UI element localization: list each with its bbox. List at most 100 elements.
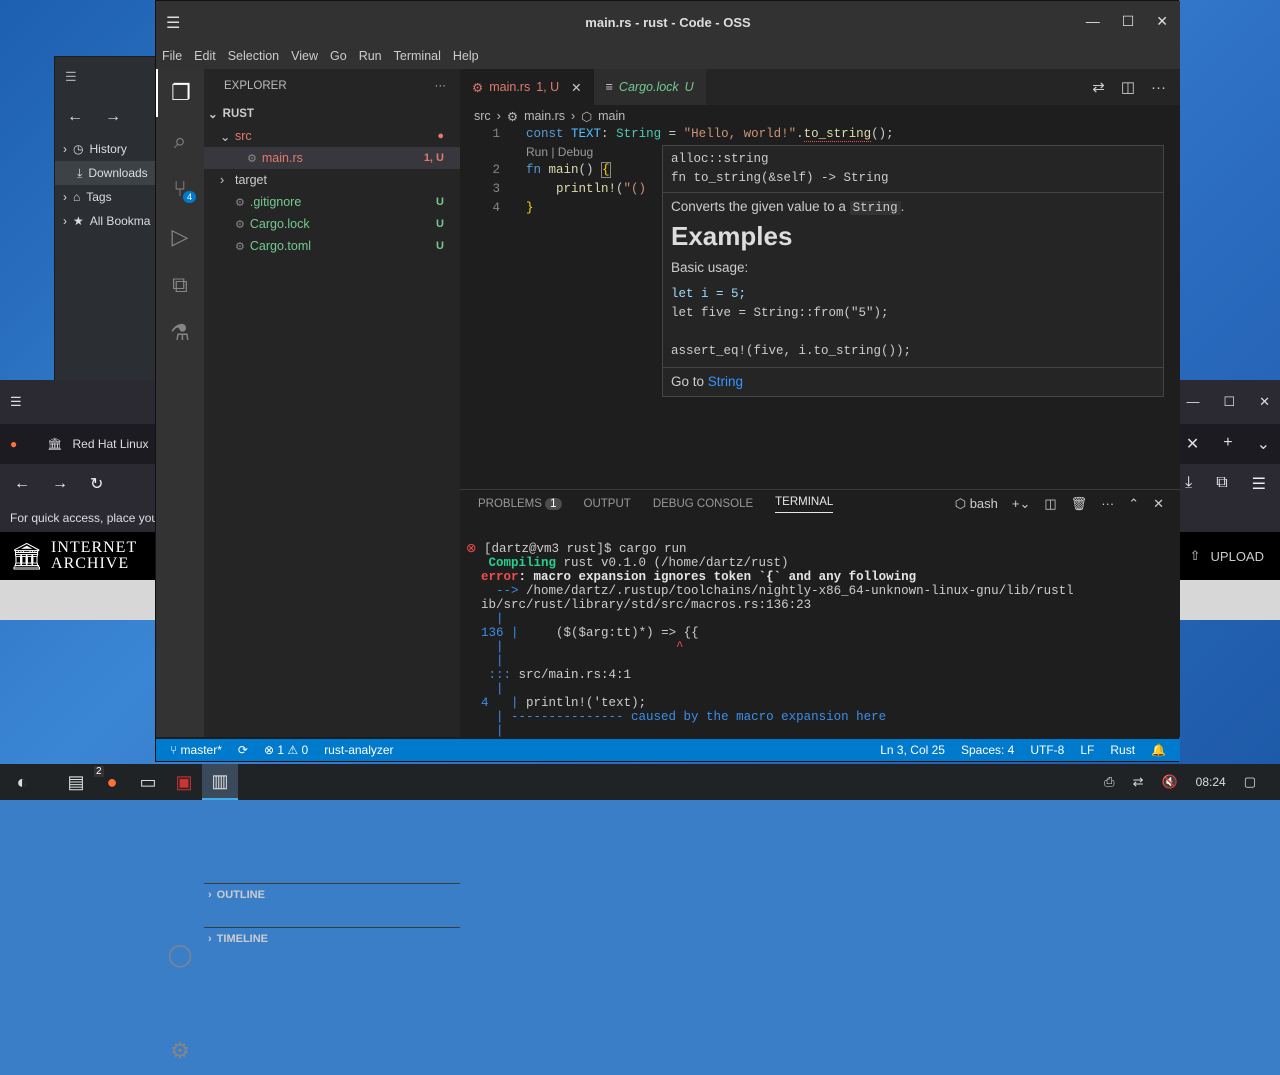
terminal-shell-selector[interactable]: ⬡ bash	[955, 496, 998, 512]
close-icon[interactable]: ✕	[1259, 394, 1270, 410]
menu-run[interactable]: Run	[359, 49, 382, 63]
tab-output[interactable]: OUTPUT	[584, 498, 631, 510]
trash-icon[interactable]: 🗑	[1071, 496, 1088, 512]
app-menu-icon[interactable]: ☰	[166, 13, 180, 33]
download-icon[interactable]: ⤓	[1185, 474, 1192, 494]
menu-edit[interactable]: Edit	[194, 49, 216, 63]
indentation[interactable]: Spaces: 4	[953, 743, 1022, 757]
chevron-down-icon[interactable]: ⌄	[1257, 434, 1270, 454]
tree-item[interactable]: ⚙ .gitignore U	[204, 191, 460, 213]
explorer-icon[interactable]: ❐	[156, 69, 204, 117]
code-line-2[interactable]: fn main() {	[526, 162, 611, 178]
settings-gear-icon[interactable]: ⚙	[156, 1027, 204, 1075]
firefox-icon[interactable]: ● 2	[94, 764, 130, 800]
breadcrumb-main-fn[interactable]: main	[598, 109, 625, 123]
tree-item[interactable]: › target	[204, 169, 460, 191]
code-line-4[interactable]: }	[526, 201, 534, 215]
split-terminal-icon[interactable]: ◫	[1044, 496, 1056, 512]
code-line-3[interactable]: println!("()	[526, 182, 646, 196]
extensions-icon[interactable]: ⧉	[1216, 474, 1227, 494]
tree-item[interactable]: ⚙ Cargo.lock U	[204, 213, 460, 235]
close-tab-icon[interactable]: ✕	[571, 80, 581, 95]
menu-file[interactable]: File	[162, 49, 182, 63]
tab-cargo-lock[interactable]: ≡ Cargo.lock U	[593, 69, 706, 105]
browser-tab[interactable]: Red Hat Linux	[72, 437, 148, 451]
menu-view[interactable]: View	[291, 49, 318, 63]
tab-terminal[interactable]: TERMINAL	[775, 496, 834, 513]
hamburger-icon[interactable]: ☰	[10, 394, 22, 410]
close-button[interactable]: ✕	[1156, 13, 1168, 30]
tab-problems[interactable]: PROBLEMS 1	[478, 498, 562, 510]
volume-muted-icon[interactable]: 🔇	[1161, 774, 1177, 790]
forward-icon[interactable]: →	[52, 475, 68, 493]
fm-item-tags[interactable]: › ⌂ Tags	[55, 185, 163, 209]
account-icon[interactable]: ◯	[156, 931, 204, 979]
fm-item-bookmarks[interactable]: › ★ All Bookma	[55, 209, 163, 233]
hamburger-icon[interactable]: ☰	[55, 57, 163, 97]
extensions-icon[interactable]: ⧉	[156, 261, 204, 309]
run-debug-icon[interactable]: ▷	[156, 213, 204, 261]
printer-icon[interactable]: ⎙	[1104, 774, 1114, 790]
timeline-section[interactable]: › TIMELINE	[204, 927, 460, 949]
network-icon[interactable]: ⇄	[1133, 774, 1144, 790]
fm-item-history[interactable]: › ◷ History	[55, 137, 163, 161]
cursor-position[interactable]: Ln 3, Col 25	[872, 743, 953, 757]
tab-main-rs[interactable]: ⚙ main.rs 1, U ✕	[460, 69, 594, 105]
line-ending[interactable]: LF	[1072, 743, 1102, 757]
split-editor-icon[interactable]: ◫	[1121, 78, 1135, 96]
source-control-icon[interactable]: ⑂ 4	[156, 165, 204, 213]
menu-selection[interactable]: Selection	[228, 49, 279, 63]
file-manager-icon[interactable]: ▤	[58, 764, 94, 800]
search-icon[interactable]: ⌕	[156, 117, 204, 165]
new-tab-icon[interactable]: +	[1223, 434, 1232, 454]
new-terminal-icon[interactable]: +⌄	[1012, 496, 1030, 512]
tree-item[interactable]: ⚙ main.rs 1, U	[204, 147, 460, 169]
git-branch[interactable]: ⑂ master*	[156, 743, 230, 757]
go-to-string-link[interactable]: String	[708, 374, 743, 389]
tab-close-icon[interactable]: ✕	[1186, 434, 1199, 454]
more-actions-icon[interactable]: ···	[435, 80, 447, 92]
vscode-taskbar-icon[interactable]: ▥	[202, 764, 238, 800]
maximize-panel-icon[interactable]: ⌃	[1128, 496, 1139, 512]
compare-changes-icon[interactable]: ⇄	[1092, 78, 1105, 96]
breadcrumb-main-rs[interactable]: main.rs	[524, 109, 565, 123]
show-desktop-icon[interactable]: ▢	[1244, 774, 1256, 790]
outline-section[interactable]: › OUTLINE	[204, 883, 460, 905]
fm-item-downloads[interactable]: ⤓ Downloads	[55, 161, 163, 185]
forward-icon[interactable]: →	[105, 108, 121, 126]
terminal-output[interactable]: ⊗ [dartz@vm3 rust]$ cargo run Compiling …	[460, 516, 1180, 738]
media-app-icon[interactable]: ▣	[166, 764, 202, 800]
app-launcher-icon[interactable]: ◐	[4, 764, 40, 800]
menu-icon[interactable]: ☰	[1252, 474, 1266, 494]
maximize-button[interactable]: ☐	[1122, 13, 1135, 30]
back-icon[interactable]: ←	[67, 108, 83, 126]
breadcrumb-src[interactable]: src	[474, 109, 491, 123]
code-line-1[interactable]: const TEXT: String = "Hello, world!".to_…	[526, 127, 894, 142]
language-server-status[interactable]: rust-analyzer	[316, 743, 401, 757]
tab-debug-console[interactable]: DEBUG CONSOLE	[653, 498, 753, 510]
more-actions-icon[interactable]: ···	[1101, 496, 1114, 512]
sync-icon[interactable]: ⟳	[230, 743, 256, 757]
tree-item[interactable]: ⚙ Cargo.toml U	[204, 235, 460, 257]
problems-status[interactable]: ⊗ 1 ⚠ 0	[256, 743, 316, 757]
menu-go[interactable]: Go	[330, 49, 347, 63]
reload-icon[interactable]: ↻	[90, 474, 103, 494]
menu-help[interactable]: Help	[453, 49, 479, 63]
testing-icon[interactable]: ⚗	[156, 309, 204, 357]
clock[interactable]: 08:24	[1196, 775, 1226, 789]
more-actions-icon[interactable]: ···	[1151, 79, 1166, 96]
terminal-app-icon[interactable]: ▭	[130, 764, 166, 800]
codelens-run-debug[interactable]: Run | Debug	[526, 145, 593, 159]
tree-item[interactable]: ⌄ src ●	[204, 125, 460, 147]
encoding[interactable]: UTF-8	[1022, 743, 1072, 757]
menu-terminal[interactable]: Terminal	[394, 49, 441, 63]
upload-button[interactable]: ⇧ UPLOAD	[1190, 548, 1270, 564]
minimize-button[interactable]: —	[1086, 13, 1100, 30]
back-icon[interactable]: ←	[14, 475, 30, 493]
language-mode[interactable]: Rust	[1102, 743, 1143, 757]
workspace-root[interactable]: ⌄ RUST	[204, 103, 460, 125]
notifications-bell-icon[interactable]: 🔔	[1143, 743, 1180, 757]
close-panel-icon[interactable]: ✕	[1153, 496, 1164, 512]
maximize-icon[interactable]: ☐	[1223, 394, 1235, 410]
minimize-icon[interactable]: —	[1186, 394, 1199, 410]
